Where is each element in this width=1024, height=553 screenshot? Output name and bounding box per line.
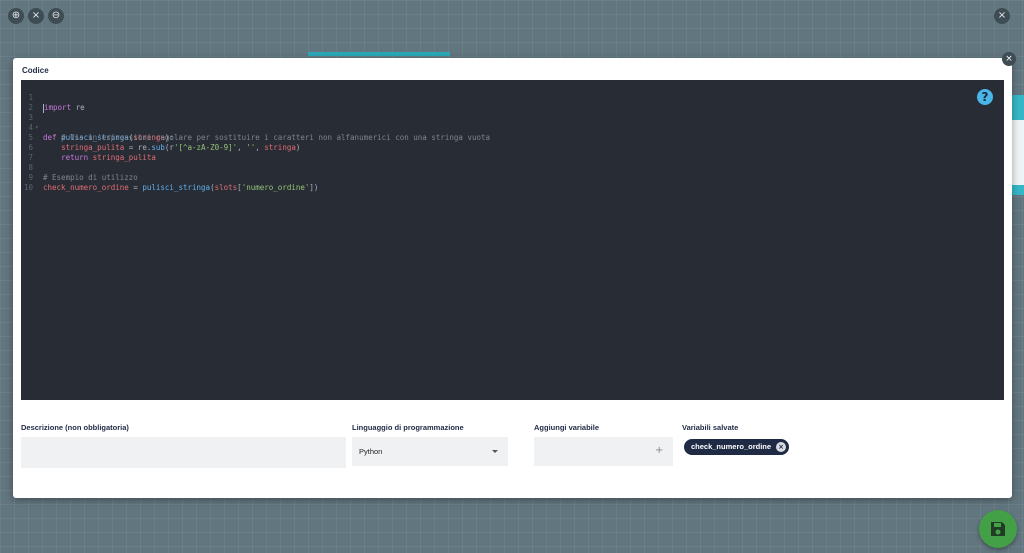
saved-variable-chip: check_numero_ordine × — [684, 439, 790, 455]
zoom-controls: ⊕ × ⊖ — [8, 8, 64, 24]
language-select[interactable]: Python — [352, 437, 508, 466]
code-line-9: 9 check_numero_ordine = pulisci_stringa(… — [21, 163, 318, 192]
saved-variables-label: Variabili salvate — [682, 423, 739, 432]
modal-title: Codice — [22, 66, 49, 75]
description-input[interactable] — [21, 437, 346, 468]
code-line-7: 7 — [21, 143, 39, 162]
save-icon — [991, 522, 1005, 536]
reset-view-icon[interactable]: × — [28, 8, 44, 24]
code-line-6: 6 return stringa_pulita — [21, 133, 155, 162]
background-node-card-body — [1010, 120, 1024, 185]
zoom-out-icon[interactable]: ⊖ — [48, 8, 64, 24]
close-icon[interactable]: × — [994, 8, 1010, 24]
background-tab — [308, 52, 450, 56]
remove-variable-icon[interactable]: × — [776, 442, 787, 452]
saved-variable-name: check_numero_ordine — [691, 442, 772, 451]
code-editor[interactable]: 1 import re 2 3 ▾ def pulisci_stringa(st… — [21, 80, 1004, 400]
modal-close-icon[interactable]: × — [1002, 52, 1016, 66]
add-variable-label: Aggiungi variabile — [534, 423, 600, 432]
code-line-10: 10 — [21, 173, 39, 192]
language-select-value: Python — [359, 447, 383, 456]
line-number: 10 — [23, 183, 33, 192]
code-line-1: 1 import re — [21, 83, 85, 113]
zoom-in-icon[interactable]: ⊕ — [8, 8, 24, 24]
code-line-8: 8 # Esempio di utilizzo — [21, 153, 137, 182]
code-line-5: 5 stringa_pulita = re.sub(r'[^a-zA-Z0-9]… — [21, 123, 300, 152]
save-button[interactable] — [979, 510, 1017, 548]
description-label: Descrizione (non obbligatoria) — [21, 423, 129, 432]
code-line-2: 2 — [21, 93, 39, 112]
code-line-3: 3 ▾ def pulisci_stringa(stringa): — [21, 103, 173, 142]
code-line-4: 4 # Usa un'espressione regolare per sost… — [21, 113, 490, 142]
plus-icon[interactable]: + — [655, 446, 663, 456]
language-label: Linguaggio di programmazione — [352, 423, 464, 432]
help-icon[interactable]: ? — [977, 89, 993, 105]
add-variable-input[interactable] — [534, 437, 673, 466]
chevron-down-icon — [492, 450, 498, 453]
